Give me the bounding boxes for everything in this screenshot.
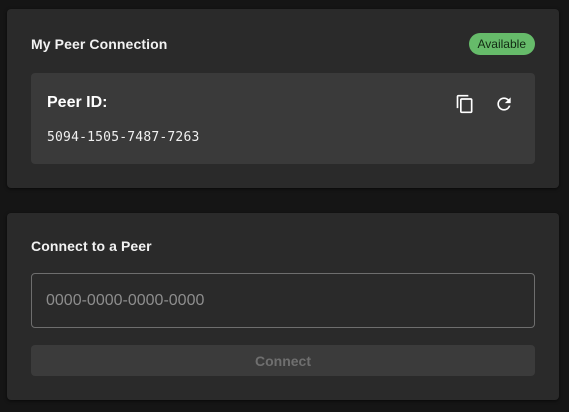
peer-id-label: Peer ID: [47,94,108,111]
peer-id-box: Peer ID: 5094-1505-7487-7263 [31,73,535,164]
status-badge: Available [468,33,535,55]
refresh-peer-id-button[interactable] [492,92,516,116]
connect-button[interactable]: Connect [31,345,535,376]
copy-peer-id-button[interactable] [453,92,477,116]
refresh-icon [497,97,511,111]
my-peer-connection-card: My Peer Connection Available Peer ID: 50… [7,9,559,188]
copy-icon [456,94,473,114]
connect-to-peer-title: Connect to a Peer [31,238,152,254]
my-peer-connection-title: My Peer Connection [31,36,168,52]
peer-id-input[interactable] [31,273,535,328]
peer-id-value: 5094-1505-7487-7263 [47,130,200,145]
connect-to-peer-card: Connect to a Peer Connect [7,213,559,400]
